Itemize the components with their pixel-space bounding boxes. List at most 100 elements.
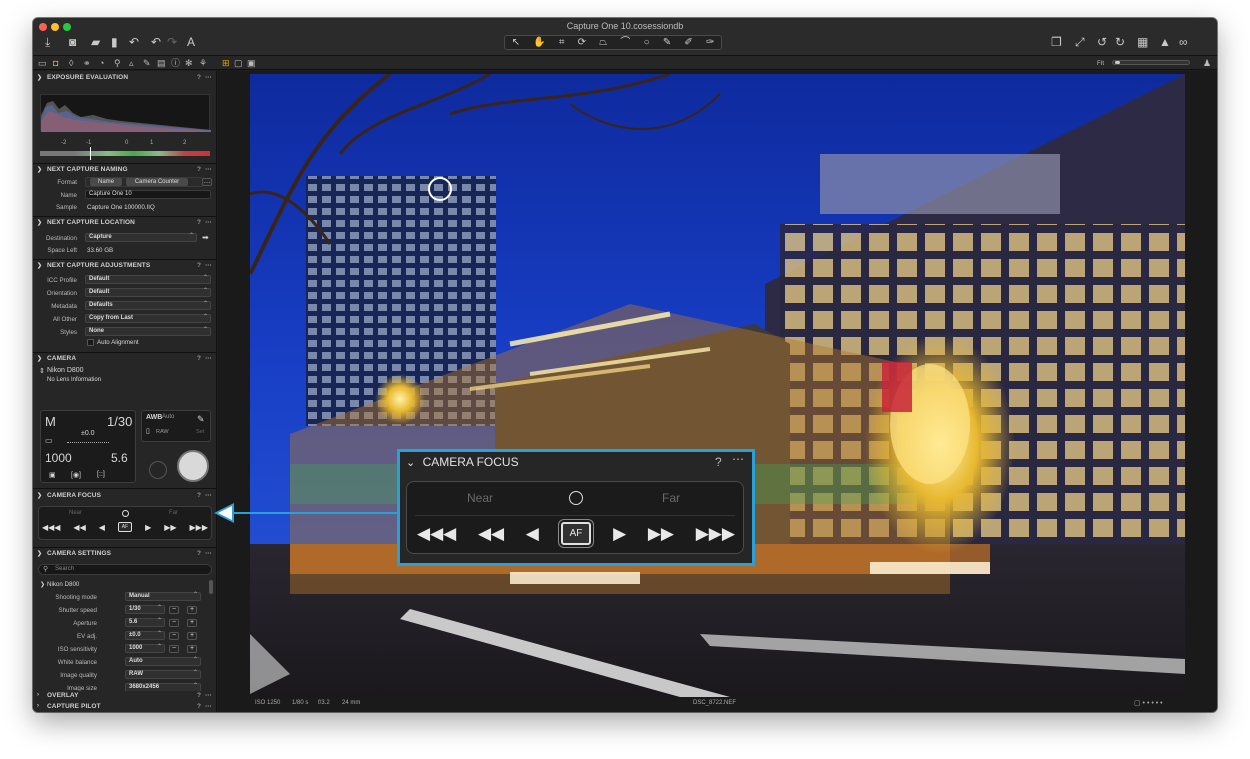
next-capture-adjustments-header[interactable]: ❯ NEXT CAPTURE ADJUSTMENTS ? ⋯: [33, 261, 216, 272]
help-icon[interactable]: ?: [197, 262, 201, 269]
minus-button[interactable]: −: [169, 645, 179, 653]
set-label[interactable]: Set: [196, 429, 204, 435]
camera-settings-header[interactable]: ❯ CAMERA SETTINGS ? ⋯: [33, 549, 216, 560]
stack-icon[interactable]: ❐: [1051, 35, 1062, 49]
camera-icon[interactable]: ◙: [69, 35, 76, 49]
rotate-icon[interactable]: ⟳: [578, 37, 586, 49]
glasses-icon[interactable]: ∞: [1179, 35, 1188, 49]
gear-icon[interactable]: ✻: [185, 57, 193, 69]
more-icon[interactable]: ⋯: [205, 702, 212, 710]
focus-far-small-icon[interactable]: ▶: [613, 524, 626, 544]
plus-button[interactable]: +: [187, 606, 197, 614]
focus-far-large-icon[interactable]: ▶▶▶: [190, 523, 208, 532]
minus-button[interactable]: −: [169, 632, 179, 640]
exposure-tab-icon[interactable]: ◔: [99, 57, 104, 69]
focus-far-medium-icon[interactable]: ▶▶: [648, 524, 674, 544]
zoom-slider[interactable]: [1112, 60, 1190, 65]
grid-view-icon[interactable]: ⊞: [222, 57, 230, 69]
cursor-icon[interactable]: ↖: [512, 37, 520, 49]
more-icon[interactable]: ⋯: [205, 218, 212, 226]
library-tab-icon[interactable]: ▭: [38, 57, 47, 69]
hand-undo-icon[interactable]: ↶: [129, 35, 139, 49]
circle-icon[interactable]: ○: [644, 37, 650, 49]
iso-select[interactable]: 1000: [125, 644, 165, 653]
destination-select[interactable]: Capture: [85, 233, 197, 242]
keystone-icon[interactable]: ⏢: [599, 37, 607, 49]
details-tab-icon[interactable]: ▵: [129, 57, 134, 69]
warning-icon[interactable]: ▲: [1159, 35, 1171, 49]
metadata-select[interactable]: Defaults: [85, 301, 211, 310]
help-icon[interactable]: ?: [197, 166, 201, 173]
eraser-icon[interactable]: ✑: [706, 37, 714, 49]
aperture-value[interactable]: 5.6: [111, 451, 128, 465]
styles-select[interactable]: None: [85, 327, 211, 336]
plus-button[interactable]: +: [187, 619, 197, 627]
expand-icon[interactable]: ⤢: [1075, 35, 1085, 49]
format-edit-button[interactable]: …: [202, 178, 212, 186]
icc-profile-select[interactable]: Default: [85, 275, 211, 284]
scrollbar-thumb[interactable]: [209, 580, 213, 594]
exposure-evaluation-header[interactable]: ❯ EXPOSURE EVALUATION ? ⋯: [33, 73, 216, 84]
meter-icon[interactable]: ▣: [49, 471, 56, 479]
trash-icon[interactable]: ▮: [111, 35, 118, 49]
format-token[interactable]: Name: [90, 178, 122, 186]
crop-icon[interactable]: ⌗: [559, 37, 565, 49]
white-balance-select[interactable]: Auto: [125, 657, 201, 666]
autofocus-button[interactable]: AF: [117, 522, 133, 532]
focus-far-large-icon[interactable]: ▶▶▶: [696, 524, 735, 544]
af-area-icon[interactable]: [::]: [97, 471, 105, 478]
rotate-left-icon[interactable]: ↺: [1097, 35, 1107, 49]
grid-icon[interactable]: ▦: [1137, 35, 1148, 49]
capture-pilot-header[interactable]: › CAPTURE PILOT ? ⋯: [33, 702, 216, 712]
help-icon[interactable]: ?: [197, 74, 201, 81]
focus-mode-icon[interactable]: [◉]: [71, 471, 81, 479]
format-token[interactable]: Camera Counter: [126, 178, 188, 186]
help-icon[interactable]: ?: [197, 703, 201, 710]
camera-focus-header[interactable]: ❯ CAMERA FOCUS ? ⋯: [33, 491, 216, 502]
shutter-speed-select[interactable]: 1/30: [125, 605, 165, 614]
orientation-select[interactable]: Default: [85, 288, 211, 297]
ev-adj-select[interactable]: ±0.0: [125, 631, 165, 640]
more-icon[interactable]: ⋯: [205, 261, 212, 269]
camera-header[interactable]: ❯ CAMERA ? ⋯: [33, 354, 216, 365]
autofocus-button[interactable]: AF: [560, 522, 592, 545]
text-icon[interactable]: A: [187, 35, 195, 49]
focus-far-small-icon[interactable]: ▶: [145, 523, 151, 532]
help-icon[interactable]: ?: [197, 550, 201, 557]
help-icon[interactable]: ?: [197, 492, 201, 499]
help-icon[interactable]: ?: [715, 455, 722, 469]
settings-search-input[interactable]: ⚲ Search: [38, 564, 212, 575]
focus-far-medium-icon[interactable]: ▶▶: [164, 523, 176, 532]
import-icon[interactable]: ⤓: [45, 35, 50, 49]
overlay-header[interactable]: › OVERLAY ? ⋯: [33, 691, 216, 702]
image-quality-select[interactable]: RAW: [125, 670, 201, 679]
single-view-icon[interactable]: ▢: [234, 57, 243, 69]
more-icon[interactable]: ⋯: [205, 691, 212, 699]
more-icon[interactable]: ⋯: [205, 491, 212, 499]
help-icon[interactable]: ?: [197, 219, 201, 226]
help-icon[interactable]: ?: [197, 355, 201, 362]
color-tab-icon[interactable]: ⚭: [83, 57, 91, 69]
focus-near-small-icon[interactable]: ◀: [526, 524, 539, 544]
rotate-right-icon[interactable]: ↻: [1115, 35, 1125, 49]
undo-icon[interactable]: ↶: [151, 35, 161, 49]
iso-value[interactable]: 1000: [45, 451, 72, 465]
pan-icon[interactable]: ✋: [533, 37, 545, 49]
output-tab-icon[interactable]: ⓘ: [171, 57, 180, 69]
spot-icon[interactable]: ⌒: [620, 37, 630, 49]
next-capture-location-header[interactable]: ❯ NEXT CAPTURE LOCATION ? ⋯: [33, 218, 216, 229]
arrow-right-icon[interactable]: ➡: [202, 233, 209, 242]
next-capture-naming-header[interactable]: ❯ NEXT CAPTURE NAMING ? ⋯: [33, 165, 216, 176]
name-field[interactable]: Capture One 10: [85, 190, 211, 199]
all-other-select[interactable]: Copy from Last: [85, 314, 211, 323]
compare-view-icon[interactable]: ▣: [247, 57, 256, 69]
exposure-mode[interactable]: M: [45, 414, 56, 429]
chevron-down-icon[interactable]: ❯: [40, 581, 45, 588]
minus-button[interactable]: −: [169, 606, 179, 614]
camera-model[interactable]: Nikon D800: [47, 367, 84, 374]
format-field[interactable]: Name Camera Counter: [85, 177, 203, 187]
focus-near-medium-icon[interactable]: ◀◀: [478, 524, 504, 544]
more-icon[interactable]: ⋯: [732, 452, 744, 466]
capture-tab-icon[interactable]: ◘: [53, 57, 58, 69]
wb-value[interactable]: Auto: [162, 414, 174, 420]
